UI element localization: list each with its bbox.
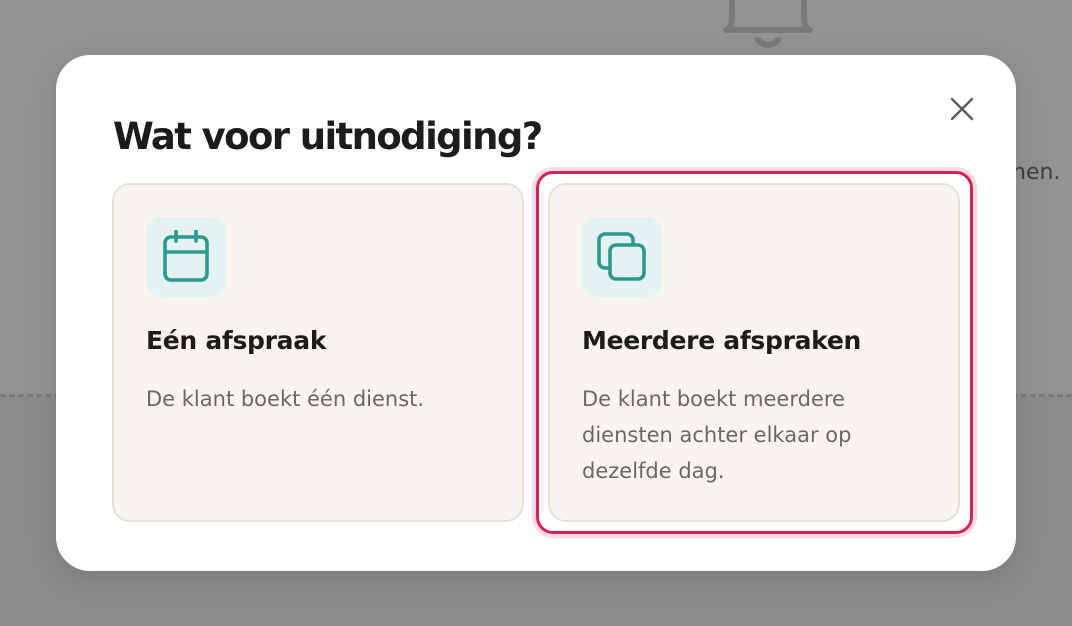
option-multiple-appointments[interactable]: Meerdere afspraken De klant boekt meerde… [536, 171, 973, 534]
calendar-icon [163, 230, 209, 282]
close-button[interactable] [946, 93, 978, 125]
option-title: Meerdere afspraken [582, 326, 861, 355]
option-single-appointment[interactable]: Eén afspraak De klant boekt één dienst. [112, 183, 524, 522]
bell-icon [723, 0, 813, 48]
option-title: Eén afspraak [146, 326, 327, 355]
option-description: De klant boekt één dienst. [146, 387, 425, 411]
invitation-type-modal: Wat voor uitnodiging? Eén afspraak De kl… [56, 55, 1016, 571]
option-description: De klant boekt meerdere diensten achter … [582, 387, 852, 483]
modal-title: Wat voor uitnodiging? [113, 115, 543, 158]
stacked-squares-icon [597, 232, 646, 281]
option-card[interactable]: Meerdere afspraken De klant boekt meerde… [548, 183, 960, 522]
option-card[interactable]: Eén afspraak De klant boekt één dienst. [112, 183, 524, 522]
background-partial-text: nen. [1012, 160, 1061, 185]
icon-tile [582, 217, 662, 297]
close-icon [950, 97, 974, 121]
icon-tile [146, 217, 226, 297]
